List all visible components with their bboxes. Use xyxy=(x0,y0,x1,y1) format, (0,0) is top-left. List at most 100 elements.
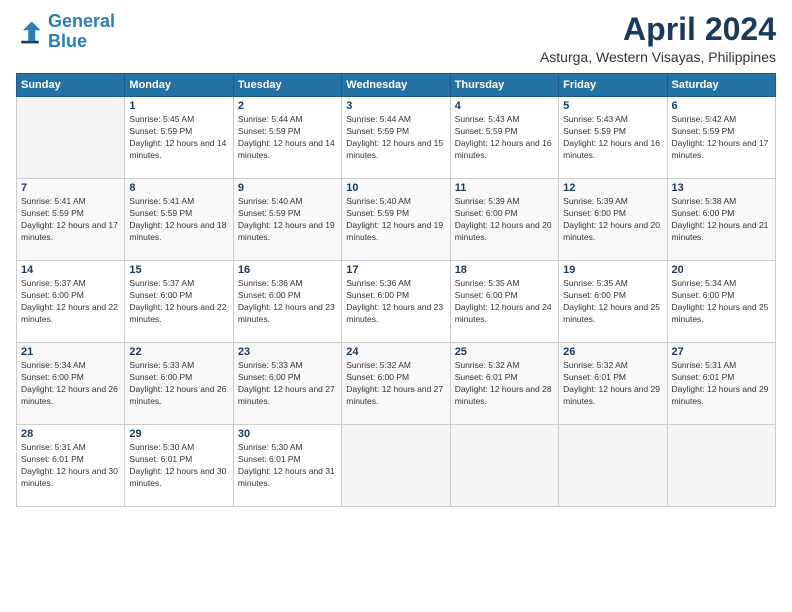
day-number: 29 xyxy=(129,428,228,440)
day-number: 3 xyxy=(346,100,445,112)
calendar-cell-1-3: 10 Sunrise: 5:40 AMSunset: 5:59 PMDayligh… xyxy=(342,179,450,261)
day-number: 25 xyxy=(455,346,554,358)
location: Asturga, Western Visayas, Philippines xyxy=(540,49,776,65)
day-info: Sunrise: 5:32 AMSunset: 6:00 PMDaylight:… xyxy=(346,360,445,408)
col-monday: Monday xyxy=(125,74,233,97)
day-number: 7 xyxy=(21,182,120,194)
col-wednesday: Wednesday xyxy=(342,74,450,97)
calendar-cell-4-2: 30Sunrise: 5:30 AMSunset: 6:01 PMDayligh… xyxy=(233,425,341,507)
day-info: Sunrise: 5:32 AMSunset: 6:01 PMDaylight:… xyxy=(455,360,554,408)
calendar-cell-2-5: 19 Sunrise: 5:35 AMSunset: 6:00 PMDayligh… xyxy=(559,261,667,343)
day-info: Sunrise: 5:40 AMSunset: 5:59 PMDaylight:… xyxy=(346,196,445,244)
header: General Blue April 2024 Asturga, Western… xyxy=(16,12,776,65)
day-info: Sunrise: 5:39 AMSunset: 6:00 PMDaylight:… xyxy=(455,196,554,244)
day-info: Sunrise: 5:44 AMSunset: 5:59 PMDaylight:… xyxy=(238,114,337,162)
calendar-table: Sunday Monday Tuesday Wednesday Thursday… xyxy=(16,73,776,507)
day-number: 19 xyxy=(563,264,662,276)
day-info: Sunrise: 5:34 AMSunset: 6:00 PMDaylight:… xyxy=(21,360,120,408)
calendar-cell-0-1: 1 Sunrise: 5:45 AMSunset: 5:59 PMDaylight… xyxy=(125,97,233,179)
day-number: 26 xyxy=(563,346,662,358)
col-friday: Friday xyxy=(559,74,667,97)
calendar-cell-3-1: 22 Sunrise: 5:33 AMSunset: 6:00 PMDayligh… xyxy=(125,343,233,425)
day-info: Sunrise: 5:40 AMSunset: 5:59 PMDaylight:… xyxy=(238,196,337,244)
calendar-cell-4-1: 29 Sunrise: 5:30 AMSunset: 6:01 PMDayligh… xyxy=(125,425,233,507)
calendar-cell-3-5: 26 Sunrise: 5:32 AMSunset: 6:01 PMDayligh… xyxy=(559,343,667,425)
col-thursday: Thursday xyxy=(450,74,558,97)
calendar-cell-1-1: 8Sunrise: 5:41 AMSunset: 5:59 PMDaylight… xyxy=(125,179,233,261)
day-info: Sunrise: 5:36 AMSunset: 6:00 PMDaylight:… xyxy=(346,278,445,326)
calendar-week-4: 28Sunrise: 5:31 AMSunset: 6:01 PMDayligh… xyxy=(17,425,776,507)
day-info: Sunrise: 5:35 AMSunset: 6:00 PMDaylight:… xyxy=(455,278,554,326)
day-number: 27 xyxy=(672,346,771,358)
day-info: Sunrise: 5:35 AMSunset: 6:00 PMDaylight:… xyxy=(563,278,662,326)
calendar-cell-4-3 xyxy=(342,425,450,507)
day-number: 28 xyxy=(21,428,120,440)
calendar-cell-0-0 xyxy=(17,97,125,179)
day-number: 15 xyxy=(129,264,228,276)
calendar-cell-3-6: 27 Sunrise: 5:31 AMSunset: 6:01 PMDayligh… xyxy=(667,343,775,425)
calendar-cell-2-3: 17 Sunrise: 5:36 AMSunset: 6:00 PMDayligh… xyxy=(342,261,450,343)
calendar-cell-2-1: 15 Sunrise: 5:37 AMSunset: 6:00 PMDayligh… xyxy=(125,261,233,343)
day-info: Sunrise: 5:31 AMSunset: 6:01 PMDaylight:… xyxy=(672,360,771,408)
month-title: April 2024 xyxy=(540,12,776,47)
calendar-cell-0-2: 2 Sunrise: 5:44 AMSunset: 5:59 PMDaylight… xyxy=(233,97,341,179)
day-number: 24 xyxy=(346,346,445,358)
day-number: 14 xyxy=(21,264,120,276)
day-number: 1 xyxy=(129,100,228,112)
day-number: 30 xyxy=(238,428,337,440)
calendar-week-0: 1 Sunrise: 5:45 AMSunset: 5:59 PMDaylight… xyxy=(17,97,776,179)
day-info: Sunrise: 5:38 AMSunset: 6:00 PMDaylight:… xyxy=(672,196,771,244)
day-number: 10 xyxy=(346,182,445,194)
calendar-cell-0-5: 5 Sunrise: 5:43 AMSunset: 5:59 PMDaylight… xyxy=(559,97,667,179)
day-number: 12 xyxy=(563,182,662,194)
day-number: 21 xyxy=(21,346,120,358)
calendar-cell-1-0: 7Sunrise: 5:41 AMSunset: 5:59 PMDaylight… xyxy=(17,179,125,261)
calendar-cell-3-0: 21 Sunrise: 5:34 AMSunset: 6:00 PMDayligh… xyxy=(17,343,125,425)
day-info: Sunrise: 5:34 AMSunset: 6:00 PMDaylight:… xyxy=(672,278,771,326)
day-info: Sunrise: 5:32 AMSunset: 6:01 PMDaylight:… xyxy=(563,360,662,408)
col-saturday: Saturday xyxy=(667,74,775,97)
day-info: Sunrise: 5:43 AMSunset: 5:59 PMDaylight:… xyxy=(455,114,554,162)
calendar-cell-4-4 xyxy=(450,425,558,507)
day-number: 22 xyxy=(129,346,228,358)
header-row: Sunday Monday Tuesday Wednesday Thursday… xyxy=(17,74,776,97)
calendar-cell-2-0: 14Sunrise: 5:37 AMSunset: 6:00 PMDayligh… xyxy=(17,261,125,343)
day-info: Sunrise: 5:37 AMSunset: 6:00 PMDaylight:… xyxy=(129,278,228,326)
calendar-week-3: 21 Sunrise: 5:34 AMSunset: 6:00 PMDayligh… xyxy=(17,343,776,425)
day-info: Sunrise: 5:41 AMSunset: 5:59 PMDaylight:… xyxy=(129,196,228,244)
day-info: Sunrise: 5:33 AMSunset: 6:00 PMDaylight:… xyxy=(238,360,337,408)
day-number: 13 xyxy=(672,182,771,194)
day-info: Sunrise: 5:30 AMSunset: 6:01 PMDaylight:… xyxy=(129,442,228,490)
day-number: 2 xyxy=(238,100,337,112)
calendar-cell-3-4: 25 Sunrise: 5:32 AMSunset: 6:01 PMDayligh… xyxy=(450,343,558,425)
day-number: 6 xyxy=(672,100,771,112)
page: General Blue April 2024 Asturga, Western… xyxy=(0,0,792,612)
day-info: Sunrise: 5:39 AMSunset: 6:00 PMDaylight:… xyxy=(563,196,662,244)
calendar-cell-0-6: 6 Sunrise: 5:42 AMSunset: 5:59 PMDaylight… xyxy=(667,97,775,179)
calendar-cell-4-5 xyxy=(559,425,667,507)
calendar-cell-1-6: 13 Sunrise: 5:38 AMSunset: 6:00 PMDayligh… xyxy=(667,179,775,261)
col-sunday: Sunday xyxy=(17,74,125,97)
day-info: Sunrise: 5:33 AMSunset: 6:00 PMDaylight:… xyxy=(129,360,228,408)
day-number: 9 xyxy=(238,182,337,194)
calendar-cell-2-4: 18 Sunrise: 5:35 AMSunset: 6:00 PMDayligh… xyxy=(450,261,558,343)
day-number: 17 xyxy=(346,264,445,276)
title-block: April 2024 Asturga, Western Visayas, Phi… xyxy=(540,12,776,65)
day-number: 18 xyxy=(455,264,554,276)
day-info: Sunrise: 5:42 AMSunset: 5:59 PMDaylight:… xyxy=(672,114,771,162)
logo-text: General Blue xyxy=(48,12,115,52)
calendar-cell-1-2: 9 Sunrise: 5:40 AMSunset: 5:59 PMDaylight… xyxy=(233,179,341,261)
day-info: Sunrise: 5:45 AMSunset: 5:59 PMDaylight:… xyxy=(129,114,228,162)
logo-icon xyxy=(16,18,44,46)
day-info: Sunrise: 5:44 AMSunset: 5:59 PMDaylight:… xyxy=(346,114,445,162)
calendar-cell-2-6: 20Sunrise: 5:34 AMSunset: 6:00 PMDayligh… xyxy=(667,261,775,343)
calendar-cell-4-6 xyxy=(667,425,775,507)
calendar-week-2: 14 Sunrise: 5:37 AMSunset: 6:00 PMDayligh… xyxy=(17,261,776,343)
col-tuesday: Tuesday xyxy=(233,74,341,97)
calendar-week-1: 7 Sunrise: 5:41 AMSunset: 5:59 PMDaylight… xyxy=(17,179,776,261)
calendar-cell-4-0: 28Sunrise: 5:31 AMSunset: 6:01 PMDayligh… xyxy=(17,425,125,507)
logo: General Blue xyxy=(16,12,115,52)
day-number: 5 xyxy=(563,100,662,112)
day-info: Sunrise: 5:43 AMSunset: 5:59 PMDaylight:… xyxy=(563,114,662,162)
calendar-cell-3-2: 23Sunrise: 5:33 AMSunset: 6:00 PMDayligh… xyxy=(233,343,341,425)
